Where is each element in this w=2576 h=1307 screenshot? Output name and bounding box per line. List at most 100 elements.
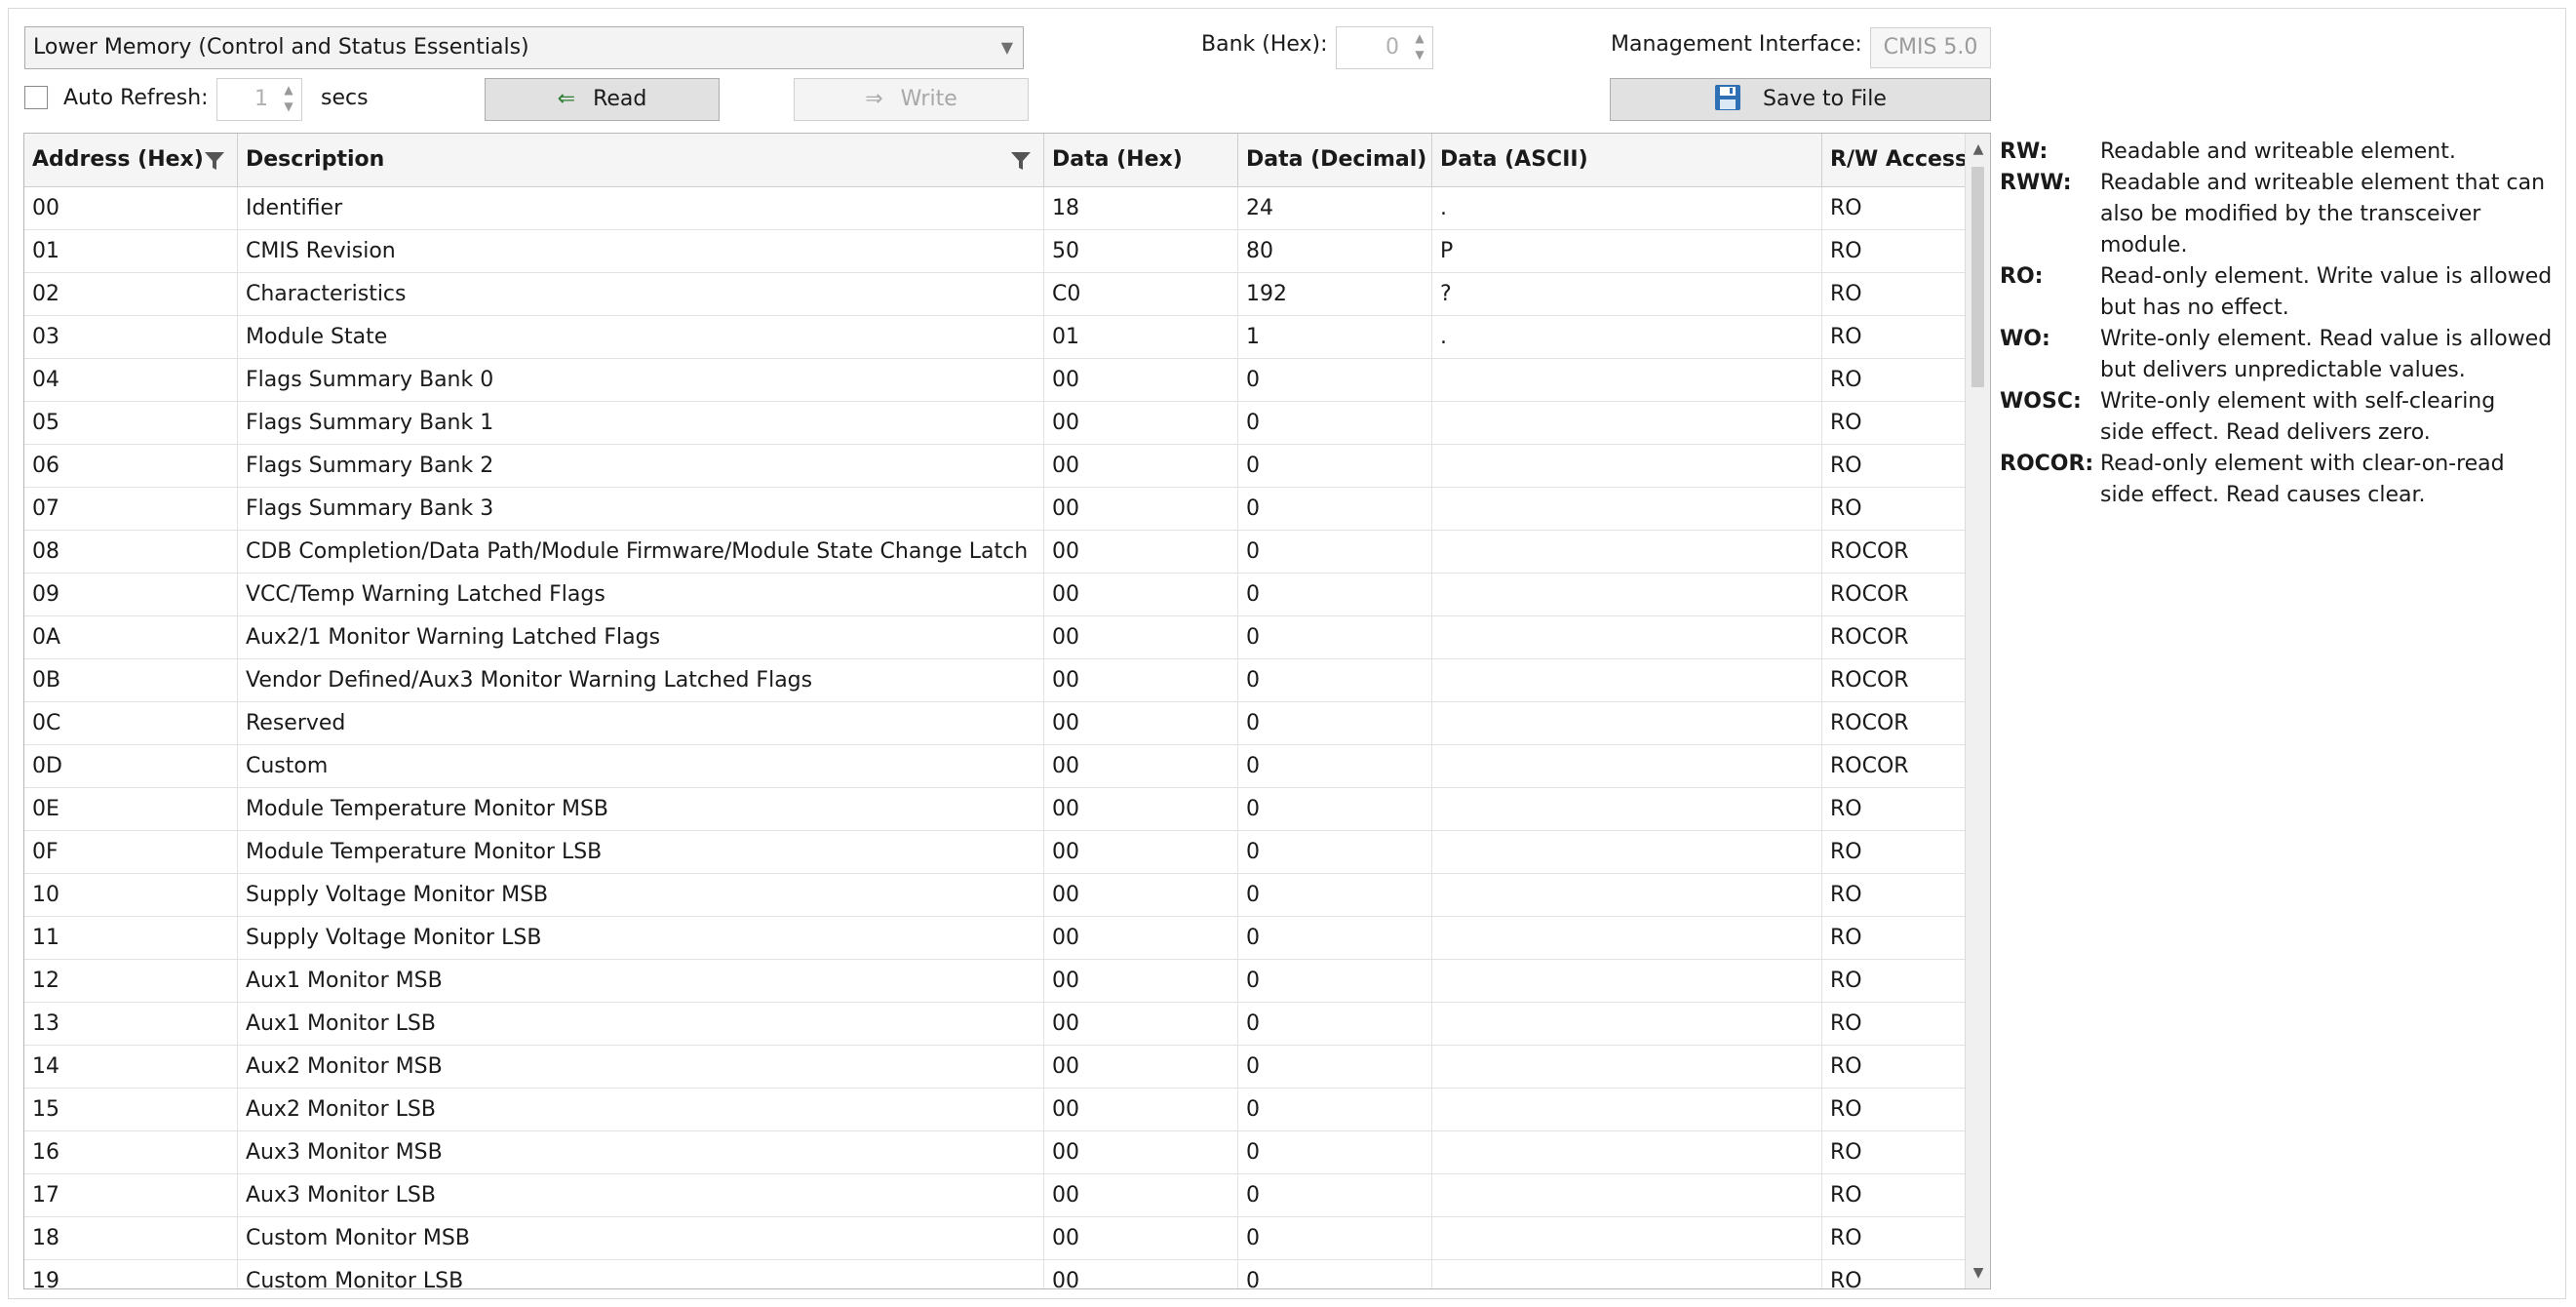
data-ascii-cell[interactable] xyxy=(1432,960,1822,1002)
data-hex-cell[interactable]: 00 xyxy=(1044,616,1238,658)
data-decimal-cell[interactable]: 0 xyxy=(1238,1131,1432,1173)
data-decimal-cell[interactable]: 0 xyxy=(1238,488,1432,530)
data-hex-cell[interactable]: 50 xyxy=(1044,230,1238,272)
address-cell[interactable]: 14 xyxy=(24,1046,238,1088)
filter-icon[interactable] xyxy=(204,150,225,172)
data-hex-cell[interactable]: 00 xyxy=(1044,745,1238,787)
data-hex-cell[interactable]: 00 xyxy=(1044,359,1238,401)
description-cell[interactable]: Aux3 Monitor MSB xyxy=(238,1131,1044,1173)
address-cell[interactable]: 17 xyxy=(24,1174,238,1216)
scroll-up-icon[interactable]: ▲ xyxy=(1966,136,1990,163)
description-cell[interactable]: Custom xyxy=(238,745,1044,787)
description-cell[interactable]: Flags Summary Bank 1 xyxy=(238,402,1044,444)
data-hex-cell[interactable]: 00 xyxy=(1044,1003,1238,1045)
data-ascii-cell[interactable] xyxy=(1432,874,1822,916)
data-decimal-cell[interactable]: 0 xyxy=(1238,874,1432,916)
table-row[interactable]: 10 Supply Voltage Monitor MSB 00 0 RO xyxy=(24,874,1965,917)
data-hex-cell[interactable]: 00 xyxy=(1044,1089,1238,1130)
address-cell[interactable]: 00 xyxy=(24,187,238,229)
data-ascii-cell[interactable] xyxy=(1432,788,1822,830)
description-cell[interactable]: Aux1 Monitor LSB xyxy=(238,1003,1044,1045)
spinner-arrows-icon[interactable]: ▲ ▼ xyxy=(1411,30,1428,63)
table-row[interactable]: 11 Supply Voltage Monitor LSB 00 0 RO xyxy=(24,917,1965,960)
data-decimal-cell[interactable]: 0 xyxy=(1238,960,1432,1002)
table-row[interactable]: 0E Module Temperature Monitor MSB 00 0 RO xyxy=(24,788,1965,831)
data-ascii-cell[interactable] xyxy=(1432,1089,1822,1130)
vertical-scrollbar[interactable]: ▲ ▼ xyxy=(1965,134,1990,1288)
description-cell[interactable]: Flags Summary Bank 0 xyxy=(238,359,1044,401)
table-row[interactable]: 05 Flags Summary Bank 1 00 0 RO xyxy=(24,402,1965,445)
data-hex-cell[interactable]: 00 xyxy=(1044,659,1238,701)
description-cell[interactable]: Aux2 Monitor MSB xyxy=(238,1046,1044,1088)
data-decimal-cell[interactable]: 0 xyxy=(1238,402,1432,444)
data-ascii-cell[interactable] xyxy=(1432,1217,1822,1259)
data-decimal-cell[interactable]: 0 xyxy=(1238,574,1432,615)
address-cell[interactable]: 01 xyxy=(24,230,238,272)
address-cell[interactable]: 07 xyxy=(24,488,238,530)
data-ascii-cell[interactable]: ? xyxy=(1432,273,1822,315)
description-cell[interactable]: Supply Voltage Monitor MSB xyxy=(238,874,1044,916)
data-hex-cell[interactable]: 00 xyxy=(1044,1131,1238,1173)
data-hex-cell[interactable]: 00 xyxy=(1044,1046,1238,1088)
data-ascii-cell[interactable]: P xyxy=(1432,230,1822,272)
data-ascii-cell[interactable] xyxy=(1432,745,1822,787)
data-hex-cell[interactable]: 00 xyxy=(1044,831,1238,873)
data-hex-cell[interactable]: 01 xyxy=(1044,316,1238,358)
rw-access-cell[interactable]: ROCOR xyxy=(1822,574,1965,615)
write-button[interactable]: ⇒ Write xyxy=(794,78,1029,121)
address-cell[interactable]: 13 xyxy=(24,1003,238,1045)
description-cell[interactable]: Identifier xyxy=(238,187,1044,229)
rw-access-cell[interactable]: RO xyxy=(1822,874,1965,916)
scrollbar-thumb[interactable] xyxy=(1971,167,1984,387)
refresh-interval-spinner[interactable]: 1 ▲ ▼ xyxy=(216,78,302,121)
rw-access-cell[interactable]: RO xyxy=(1822,187,1965,229)
scroll-down-icon[interactable]: ▼ xyxy=(1966,1259,1990,1287)
data-ascii-cell[interactable] xyxy=(1432,1174,1822,1216)
memory-region-select[interactable]: Lower Memory (Control and Status Essenti… xyxy=(24,26,1024,69)
column-header-rw-access[interactable]: R/W Access xyxy=(1822,134,1968,186)
data-ascii-cell[interactable] xyxy=(1432,488,1822,530)
address-cell[interactable]: 0D xyxy=(24,745,238,787)
rw-access-cell[interactable]: ROCOR xyxy=(1822,745,1965,787)
data-decimal-cell[interactable]: 0 xyxy=(1238,1174,1432,1216)
data-ascii-cell[interactable] xyxy=(1432,1260,1822,1288)
data-decimal-cell[interactable]: 0 xyxy=(1238,831,1432,873)
auto-refresh-checkbox[interactable] xyxy=(24,86,48,109)
data-ascii-cell[interactable] xyxy=(1432,1046,1822,1088)
table-row[interactable]: 12 Aux1 Monitor MSB 00 0 RO xyxy=(24,960,1965,1003)
table-row[interactable]: 09 VCC/Temp Warning Latched Flags 00 0 ROCOR xyxy=(24,574,1965,616)
table-row[interactable]: 15 Aux2 Monitor LSB 00 0 RO xyxy=(24,1089,1965,1131)
rw-access-cell[interactable]: ROCOR xyxy=(1822,702,1965,744)
rw-access-cell[interactable]: RO xyxy=(1822,1217,1965,1259)
rw-access-cell[interactable]: RO xyxy=(1822,1003,1965,1045)
rw-access-cell[interactable]: RO xyxy=(1822,917,1965,959)
description-cell[interactable]: Aux2 Monitor LSB xyxy=(238,1089,1044,1130)
data-ascii-cell[interactable] xyxy=(1432,1003,1822,1045)
rw-access-cell[interactable]: RO xyxy=(1822,316,1965,358)
data-hex-cell[interactable]: 00 xyxy=(1044,702,1238,744)
data-ascii-cell[interactable] xyxy=(1432,917,1822,959)
table-row[interactable]: 01 CMIS Revision 50 80 P RO xyxy=(24,230,1965,273)
table-row[interactable]: 0A Aux2/1 Monitor Warning Latched Flags 00… xyxy=(24,616,1965,659)
data-decimal-cell[interactable]: 80 xyxy=(1238,230,1432,272)
table-row[interactable]: 00 Identifier 18 24. RO xyxy=(24,187,1965,230)
description-cell[interactable]: Aux1 Monitor MSB xyxy=(238,960,1044,1002)
rw-access-cell[interactable]: RO xyxy=(1822,488,1965,530)
data-ascii-cell[interactable] xyxy=(1432,702,1822,744)
address-cell[interactable]: 04 xyxy=(24,359,238,401)
address-cell[interactable]: 05 xyxy=(24,402,238,444)
description-cell[interactable]: Vendor Defined/Aux3 Monitor Warning Latc… xyxy=(238,659,1044,701)
address-cell[interactable]: 15 xyxy=(24,1089,238,1130)
table-row[interactable]: 13 Aux1 Monitor LSB 00 0 RO xyxy=(24,1003,1965,1046)
description-cell[interactable]: Custom Monitor MSB xyxy=(238,1217,1044,1259)
data-decimal-cell[interactable]: 0 xyxy=(1238,1046,1432,1088)
address-cell[interactable]: 18 xyxy=(24,1217,238,1259)
table-row[interactable]: 04 Flags Summary Bank 0 00 0 RO xyxy=(24,359,1965,402)
rw-access-cell[interactable]: ROCOR xyxy=(1822,659,1965,701)
data-decimal-cell[interactable]: 192 xyxy=(1238,273,1432,315)
data-decimal-cell[interactable]: 1 xyxy=(1238,316,1432,358)
description-cell[interactable]: Flags Summary Bank 2 xyxy=(238,445,1044,487)
rw-access-cell[interactable]: ROCOR xyxy=(1822,616,1965,658)
data-ascii-cell[interactable] xyxy=(1432,531,1822,573)
save-to-file-button[interactable]: Save to File xyxy=(1610,78,1991,121)
